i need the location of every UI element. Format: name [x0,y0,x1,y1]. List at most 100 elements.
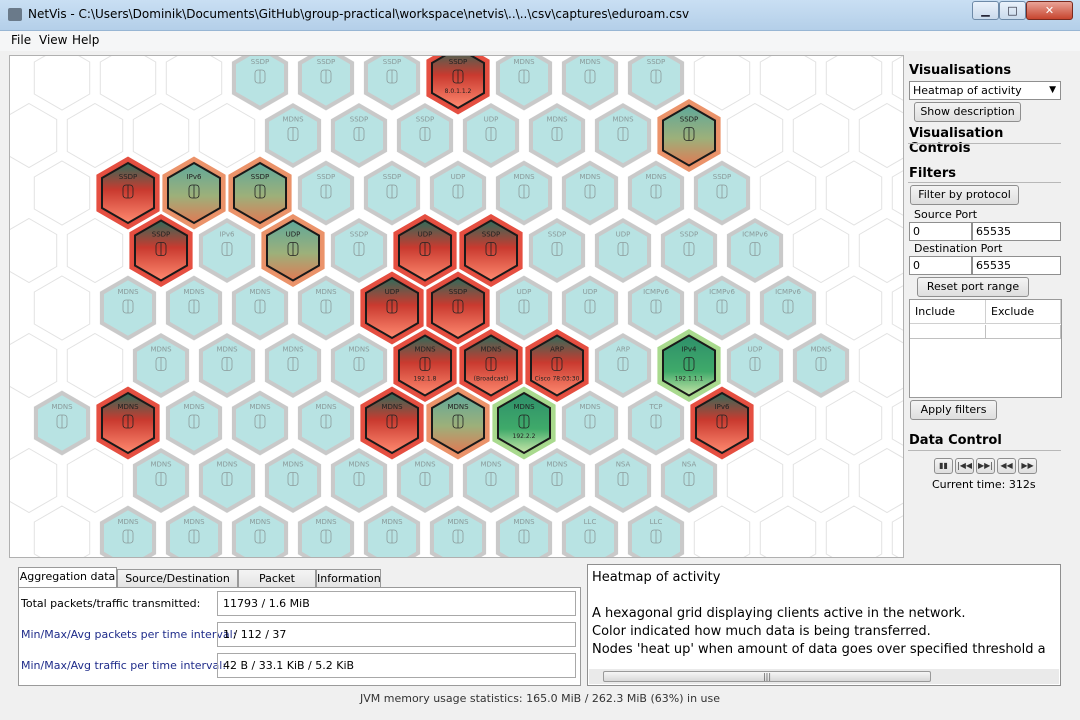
hex-node[interactable]: MDNS [265,333,321,398]
hex-node[interactable]: MDNS [562,56,618,111]
description-panel[interactable]: Heatmap of activity A hexagonal grid dis… [587,564,1061,686]
tab-packet-details[interactable]: Packet details [238,569,316,602]
hex-node[interactable]: SSDP 8.0.1.1.2 [426,56,490,115]
hex-node[interactable]: UDP [562,275,618,341]
hex-node[interactable]: MDNS [100,275,156,341]
visualisation-select[interactable]: Heatmap of activity ▼ [909,81,1061,100]
rewind-button[interactable]: ◀◀ [997,458,1016,474]
hex-node[interactable]: LLC [628,505,684,558]
reset-port-range-button[interactable]: Reset port range [917,277,1029,297]
destination-port-max-input[interactable]: 65535 [972,256,1061,275]
apply-filters-button[interactable]: Apply filters [910,400,997,420]
hex-node[interactable]: TCP [628,390,684,456]
hex-node[interactable]: MDNS [426,386,490,460]
exclude-cell[interactable] [986,325,1061,339]
hex-node[interactable]: ICMPv6 [727,218,783,283]
hex-node[interactable]: SSDP [232,56,288,111]
hex-node[interactable]: MDNS [232,505,288,558]
tab-source-destination-info[interactable]: Source/Destination info [117,569,238,602]
hex-node[interactable]: MDNS [331,448,387,513]
hex-node[interactable]: SSDP [331,218,387,283]
include-header[interactable]: Include [910,300,986,324]
hex-node[interactable]: ARP Cisco 78:03:30 [525,329,589,402]
hex-node[interactable]: UDP [360,271,424,345]
close-button[interactable]: ✕ [1026,1,1073,20]
hex-node[interactable]: MDNS [166,275,222,341]
hex-node[interactable]: MDNS [298,275,354,341]
hex-node[interactable]: ICMPv6 [760,275,816,341]
pause-button[interactable]: ▮▮ [934,458,953,474]
tab-information[interactable]: Information [316,569,381,587]
scrollbar-thumb[interactable]: ||| [603,671,931,682]
hex-node[interactable]: MDNS [298,505,354,558]
hex-node[interactable]: UDP [463,103,519,168]
hex-node[interactable]: MDNS 192.2.2 [492,386,556,460]
minimize-button[interactable]: ▁ [972,1,999,20]
hex-node[interactable]: UDP [595,218,651,283]
hex-node[interactable]: MDNS (Broadcast) [459,329,523,402]
tab-aggregation-data[interactable]: Aggregation data [18,567,117,588]
hex-node[interactable]: IPv6 [162,156,226,230]
menu-file[interactable]: File [11,33,31,47]
skip-to-end-button[interactable]: ▶▶| [976,458,995,474]
hex-node[interactable]: SSDP [397,103,453,168]
hex-node[interactable]: MDNS [529,103,585,168]
hex-node[interactable]: SSDP [298,56,354,111]
hex-node[interactable]: UDP [261,214,325,287]
hex-node[interactable]: NSA [595,448,651,513]
menu-help[interactable]: Help [72,33,99,47]
hex-node[interactable]: SSDP [459,214,523,287]
hex-node[interactable]: UDP [430,160,486,226]
include-exclude-table[interactable]: Include Exclude [909,299,1062,398]
exclude-header[interactable]: Exclude [986,300,1061,324]
filter-by-protocol-button[interactable]: Filter by protocol [910,185,1019,205]
hex-node[interactable]: MDNS [298,390,354,456]
hex-node[interactable]: IPv4 192.1.1.1 [657,329,721,402]
hex-node[interactable]: UDP [496,275,552,341]
hex-node[interactable]: MDNS [496,160,552,226]
hex-node[interactable]: SSDP [331,103,387,168]
source-port-max-input[interactable]: 65535 [972,222,1061,241]
hex-node[interactable]: MDNS [496,505,552,558]
hex-node[interactable]: ICMPv6 [694,275,750,341]
fast-forward-button[interactable]: ▶▶ [1018,458,1037,474]
hex-node[interactable]: SSDP [364,56,420,111]
hex-node[interactable]: MDNS [232,275,288,341]
hex-node[interactable]: SSDP [694,160,750,226]
hex-node[interactable]: SSDP [657,99,721,172]
hex-node[interactable]: SSDP [426,271,490,345]
hex-node[interactable]: SSDP [298,160,354,226]
hex-node[interactable]: MDNS [562,160,618,226]
hex-node[interactable]: MDNS [496,56,552,111]
hex-node[interactable]: MDNS [96,386,160,460]
hex-node[interactable]: MDNS [562,390,618,456]
hex-node[interactable]: MDNS [364,505,420,558]
hex-node[interactable]: SSDP [661,218,717,283]
hex-node[interactable]: ICMPv6 [628,275,684,341]
hex-node[interactable]: NSA [661,448,717,513]
hex-node[interactable]: UDP [727,333,783,398]
hex-node[interactable]: IPv6 [690,386,754,460]
hex-node[interactable]: MDNS [595,103,651,168]
hex-node[interactable]: MDNS [100,505,156,558]
destination-port-min-input[interactable]: 0 [909,256,972,275]
source-port-min-input[interactable]: 0 [909,222,972,241]
hex-node[interactable]: MDNS [628,160,684,226]
hex-node[interactable]: MDNS [133,333,189,398]
hex-node[interactable]: MDNS [199,333,255,398]
hex-node[interactable]: MDNS [199,448,255,513]
hex-node[interactable]: MDNS 192.1.8 [393,329,457,402]
hex-node[interactable]: MDNS [133,448,189,513]
maximize-button[interactable]: □ [999,1,1026,20]
horizontal-scrollbar[interactable]: ||| [589,669,1059,684]
hex-node[interactable]: MDNS [232,390,288,456]
show-description-button[interactable]: Show description [914,102,1021,122]
hex-node[interactable]: MDNS [34,390,90,456]
hex-node[interactable]: LLC [562,505,618,558]
hex-node[interactable]: SSDP [364,160,420,226]
heatmap-canvas[interactable]: SSDP SSDP SSDP SSDP 8.0.1.1.2 MDNS MDNS SSDP MDN… [9,55,904,558]
hex-node[interactable]: SSDP [129,214,193,287]
hex-node[interactable]: ARP [595,333,651,398]
hex-node[interactable]: MDNS [430,505,486,558]
hex-node[interactable]: MDNS [463,448,519,513]
